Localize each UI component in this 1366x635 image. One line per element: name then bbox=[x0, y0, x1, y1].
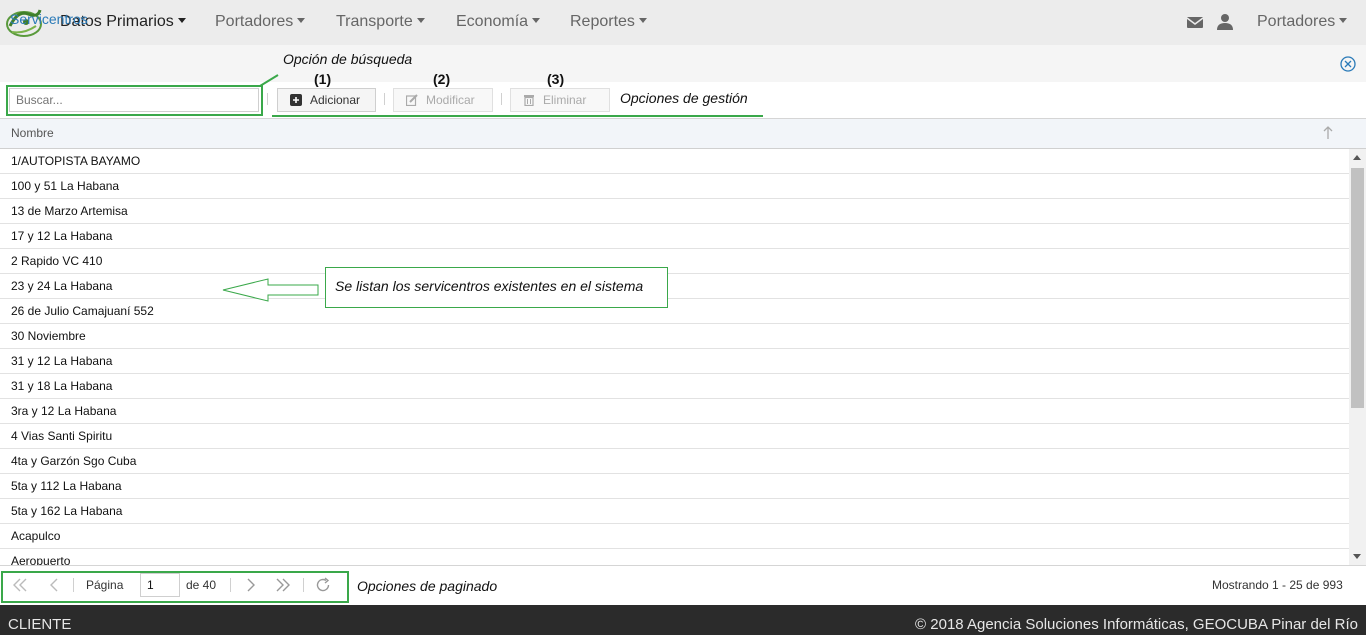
nav-portadores[interactable]: Portadores bbox=[215, 0, 306, 45]
table-row[interactable]: 17 y 12 La Habana bbox=[0, 224, 1349, 249]
scroll-down-icon[interactable] bbox=[1353, 554, 1361, 559]
table-row[interactable]: 31 y 18 La Habana bbox=[0, 374, 1349, 399]
page-title: Servicentros bbox=[10, 11, 88, 27]
table-row[interactable]: 3ra y 12 La Habana bbox=[0, 399, 1349, 424]
management-underline bbox=[272, 115, 763, 117]
annotation-paging: Opciones de paginado bbox=[357, 578, 498, 594]
toolbar-separator bbox=[501, 93, 502, 105]
annotation-num-3: (3) bbox=[547, 71, 565, 87]
grid-header[interactable]: Nombre bbox=[0, 119, 1366, 149]
plus-square-icon bbox=[290, 94, 302, 106]
first-page-icon[interactable] bbox=[12, 577, 28, 593]
add-button-label: Adicionar bbox=[310, 93, 361, 107]
annotation-search: Opción de búsqueda bbox=[283, 51, 413, 67]
column-header-nombre[interactable]: Nombre bbox=[11, 126, 54, 140]
chevron-down-icon bbox=[532, 18, 541, 23]
annotation-list-callout: Se listan los servicentros existentes en… bbox=[325, 267, 668, 308]
edit-icon bbox=[406, 94, 418, 106]
nav-reportes[interactable]: Reportes bbox=[570, 0, 647, 45]
trash-icon bbox=[524, 95, 534, 106]
annotation-management: Opciones de gestión bbox=[620, 90, 748, 106]
footer-copyright: © 2018 Agencia Soluciones Informáticas, … bbox=[915, 616, 1358, 633]
edit-button-label: Modificar bbox=[426, 93, 475, 107]
previous-page-icon[interactable] bbox=[46, 577, 62, 593]
nav-economia[interactable]: Economía bbox=[456, 0, 541, 45]
table-row[interactable]: Acapulco bbox=[0, 524, 1349, 549]
chevron-down-icon bbox=[297, 18, 306, 23]
last-page-icon[interactable] bbox=[275, 577, 291, 593]
pager-separator bbox=[303, 578, 304, 592]
table-row[interactable]: 4 Vias Santi Spiritu bbox=[0, 424, 1349, 449]
records-count: Mostrando 1 - 25 de 993 bbox=[1212, 578, 1343, 592]
annotation-num-1: (1) bbox=[314, 71, 332, 87]
table-row[interactable]: 23 y 24 La Habana bbox=[0, 274, 1349, 299]
user-icon[interactable] bbox=[1216, 13, 1234, 31]
pager-separator bbox=[230, 578, 231, 592]
delete-button[interactable]: Eliminar bbox=[510, 88, 610, 112]
table-row[interactable]: 1/AUTOPISTA BAYAMO bbox=[0, 149, 1349, 174]
sort-ascending-icon[interactable] bbox=[1322, 126, 1334, 140]
envelope-icon[interactable] bbox=[1186, 13, 1204, 31]
page-total-label: de 40 bbox=[186, 578, 217, 592]
chevron-down-icon bbox=[1339, 18, 1348, 23]
annotation-pointer-line bbox=[259, 74, 279, 87]
annotation-arrow-icon bbox=[222, 278, 319, 302]
edit-button[interactable]: Modificar bbox=[393, 88, 493, 112]
table-row[interactable]: 30 Noviembre bbox=[0, 324, 1349, 349]
pager-separator bbox=[73, 578, 74, 592]
refresh-icon[interactable] bbox=[315, 577, 331, 593]
toolbar-separator bbox=[267, 93, 268, 105]
table-row[interactable]: 4ta y Garzón Sgo Cuba bbox=[0, 449, 1349, 474]
table-row[interactable]: 31 y 12 La Habana bbox=[0, 349, 1349, 374]
footer: CLIENTE © 2018 Agencia Soluciones Inform… bbox=[0, 605, 1366, 635]
top-navbar bbox=[0, 0, 1366, 45]
servicentros-list: 1/AUTOPISTA BAYAMO 100 y 51 La Habana 13… bbox=[0, 149, 1349, 565]
scroll-up-icon[interactable] bbox=[1353, 155, 1361, 160]
delete-button-label: Eliminar bbox=[543, 93, 587, 107]
table-row[interactable]: 5ta y 162 La Habana bbox=[0, 499, 1349, 524]
table-row[interactable]: 2 Rapido VC 410 bbox=[0, 249, 1349, 274]
table-row[interactable]: 13 de Marzo Artemisa bbox=[0, 199, 1349, 224]
page-number-input[interactable] bbox=[140, 573, 180, 597]
table-row[interactable]: 5ta y 112 La Habana bbox=[0, 474, 1349, 499]
chevron-down-icon bbox=[638, 18, 647, 23]
next-page-icon[interactable] bbox=[243, 577, 259, 593]
close-circle-icon[interactable] bbox=[1340, 56, 1356, 72]
table-row[interactable]: 100 y 51 La Habana bbox=[0, 174, 1349, 199]
table-row[interactable]: 26 de Julio Camajuaní 552 bbox=[0, 299, 1349, 324]
table-row[interactable]: Aeropuerto bbox=[0, 549, 1349, 565]
chevron-down-icon bbox=[177, 18, 186, 23]
annotation-num-2: (2) bbox=[433, 71, 451, 87]
panel-header bbox=[0, 45, 1366, 82]
toolbar-separator bbox=[384, 93, 385, 105]
search-highlight-box bbox=[6, 85, 263, 116]
add-button[interactable]: Adicionar bbox=[277, 88, 376, 112]
footer-client-label: CLIENTE bbox=[8, 616, 72, 633]
user-menu[interactable]: Portadores bbox=[1257, 0, 1348, 45]
page-label: Página bbox=[86, 578, 124, 592]
nav-transporte[interactable]: Transporte bbox=[336, 0, 425, 45]
scrollbar-thumb[interactable] bbox=[1351, 168, 1364, 408]
chevron-down-icon bbox=[416, 18, 425, 23]
